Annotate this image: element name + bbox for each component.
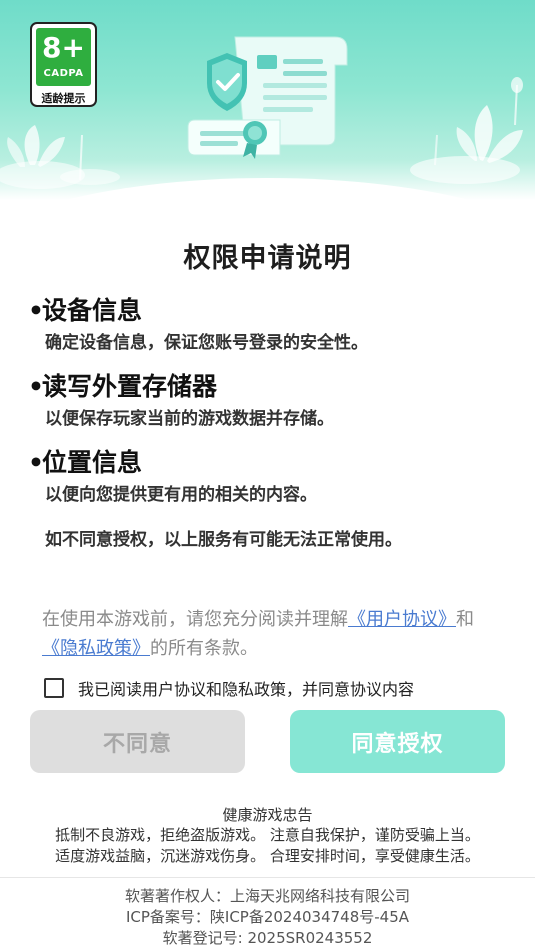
health-advice-line: 抵制不良游戏，拒绝盗版游戏。 注意自我保护，谨防受骗上当。 <box>55 826 480 844</box>
age-rating-badge: 8+ CADPA 适龄提示 <box>30 22 97 107</box>
software-registration-number: 软著登记号: 2025SR0243552 <box>162 929 373 947</box>
permission-description: 确定设备信息，保证您账号登录的安全性。 <box>45 333 368 353</box>
agree-checkbox-label[interactable]: 我已阅读用户协议和隐私政策，并同意协议内容 <box>78 676 414 700</box>
agreement-notice: 在使用本游戏前，请您充分阅读并理解《用户协议》和《隐私政策》的所有条款。 <box>42 605 497 663</box>
notice-suffix: 的所有条款。 <box>150 638 258 659</box>
health-advice-line: 适度游戏益脑，沉迷游戏伤身。 合理安排时间，享受健康生活。 <box>55 847 480 865</box>
lotus-decoration-left <box>0 125 120 189</box>
authorization-warning: 如不同意授权，以上服务有可能无法正常使用。 <box>45 530 402 550</box>
agree-checkbox[interactable] <box>44 678 64 698</box>
footer-divider <box>0 877 535 878</box>
bullet-icon: • <box>28 296 44 325</box>
icp-number: ICP备案号：陕ICP备2024034748号-45A <box>125 908 410 926</box>
privacy-document-illustration <box>187 36 348 159</box>
permission-description: 以便向您提供更有用的相关的内容。 <box>45 485 317 505</box>
footer-info: 软著著作权人：上海天兆网络科技有限公司 ICP备案号：陕ICP备20240347… <box>0 886 535 949</box>
lotus-decoration-right <box>410 77 523 184</box>
bullet-icon: • <box>28 372 44 401</box>
agree-checkbox-row[interactable]: 我已阅读用户协议和隐私政策，并同意协议内容 <box>44 676 414 700</box>
agree-button[interactable]: 同意授权 <box>290 710 505 773</box>
permission-name: 位置信息 <box>42 448 143 477</box>
health-advice-title: 健康游戏忠告 <box>222 806 313 824</box>
health-game-advice: 健康游戏忠告 抵制不良游戏，拒绝盗版游戏。 注意自我保护，谨防受骗上当。 适度游… <box>0 805 535 867</box>
copyright-owner: 软著著作权人：上海天兆网络科技有限公司 <box>124 887 410 905</box>
page-title: 权限申请说明 <box>183 243 352 274</box>
permission-heading: •读写外置存储器 <box>28 371 334 403</box>
notice-and: 和 <box>456 609 474 630</box>
age-rating-hint: 适龄提示 <box>41 92 86 105</box>
user-agreement-link[interactable]: 《用户协议》 <box>348 609 456 630</box>
notice-prefix: 在使用本游戏前，请您充分阅读并理解 <box>42 609 348 630</box>
age-rating-number: 8+ <box>42 31 85 64</box>
permission-name: 设备信息 <box>42 296 143 325</box>
privacy-policy-link[interactable]: 《隐私政策》 <box>42 638 150 659</box>
age-rating-green-block: 8+ CADPA <box>36 28 91 86</box>
header-banner: 8+ CADPA 适龄提示 <box>0 0 535 200</box>
permission-item-location: •位置信息 以便向您提供更有用的相关的内容。 <box>28 447 317 507</box>
permission-heading: •位置信息 <box>28 447 317 479</box>
permission-heading: •设备信息 <box>28 295 368 327</box>
disagree-button[interactable]: 不同意 <box>30 710 245 773</box>
age-rating-org: CADPA <box>43 68 84 79</box>
permission-item-device: •设备信息 确定设备信息，保证您账号登录的安全性。 <box>28 295 368 355</box>
permission-description: 以便保存玩家当前的游戏数据并存储。 <box>45 409 334 429</box>
bullet-icon: • <box>28 448 44 477</box>
permission-item-storage: •读写外置存储器 以便保存玩家当前的游戏数据并存储。 <box>28 371 334 431</box>
permission-name: 读写外置存储器 <box>42 372 218 401</box>
